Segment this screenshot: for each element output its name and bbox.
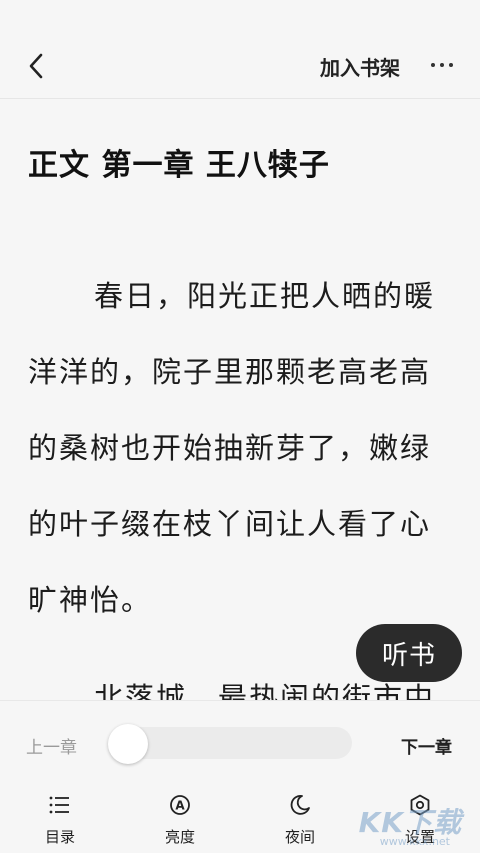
nav-label: 目录 <box>44 828 75 846</box>
reading-content[interactable]: 正文 第一章 王八犊子 春日，阳光正把人晒的暖洋洋的，院子里那颗老高老高的桑树也… <box>0 100 480 700</box>
listen-button[interactable]: 听书 <box>356 624 462 682</box>
paragraph: 春日，阳光正把人晒的暖洋洋的，院子里那颗老高老高的桑树也开始抽新芽了，嫩绿的叶子… <box>28 279 436 617</box>
nav-item-night[interactable]: 夜间 <box>260 793 340 853</box>
svg-text:A: A <box>175 799 185 813</box>
watermark-url: www.kkx.net <box>379 835 450 848</box>
watermark-logo: KK下载 www.kkx.net <box>350 801 470 849</box>
chevron-left-icon <box>29 53 43 79</box>
chapter-title: 正文 第一章 王八犊子 <box>28 148 330 183</box>
more-options-icon[interactable] <box>424 50 460 80</box>
add-to-shelf-button[interactable]: 加入书架 <box>320 52 400 81</box>
moon-icon <box>288 793 312 817</box>
nav-item-catalog[interactable]: 目录 <box>20 793 100 853</box>
brightness-icon: A <box>168 793 192 817</box>
next-chapter-button[interactable]: 下一章 <box>401 733 452 758</box>
back-button[interactable] <box>18 48 54 84</box>
prev-chapter-button[interactable]: 上一章 <box>26 733 77 758</box>
nav-label: 亮度 <box>164 828 195 846</box>
nav-item-brightness[interactable]: A 亮度 <box>140 793 220 853</box>
top-bar: 加入书架 <box>0 0 480 99</box>
list-icon <box>48 793 72 817</box>
nav-label: 夜间 <box>284 828 315 846</box>
slider-handle[interactable] <box>108 724 148 764</box>
